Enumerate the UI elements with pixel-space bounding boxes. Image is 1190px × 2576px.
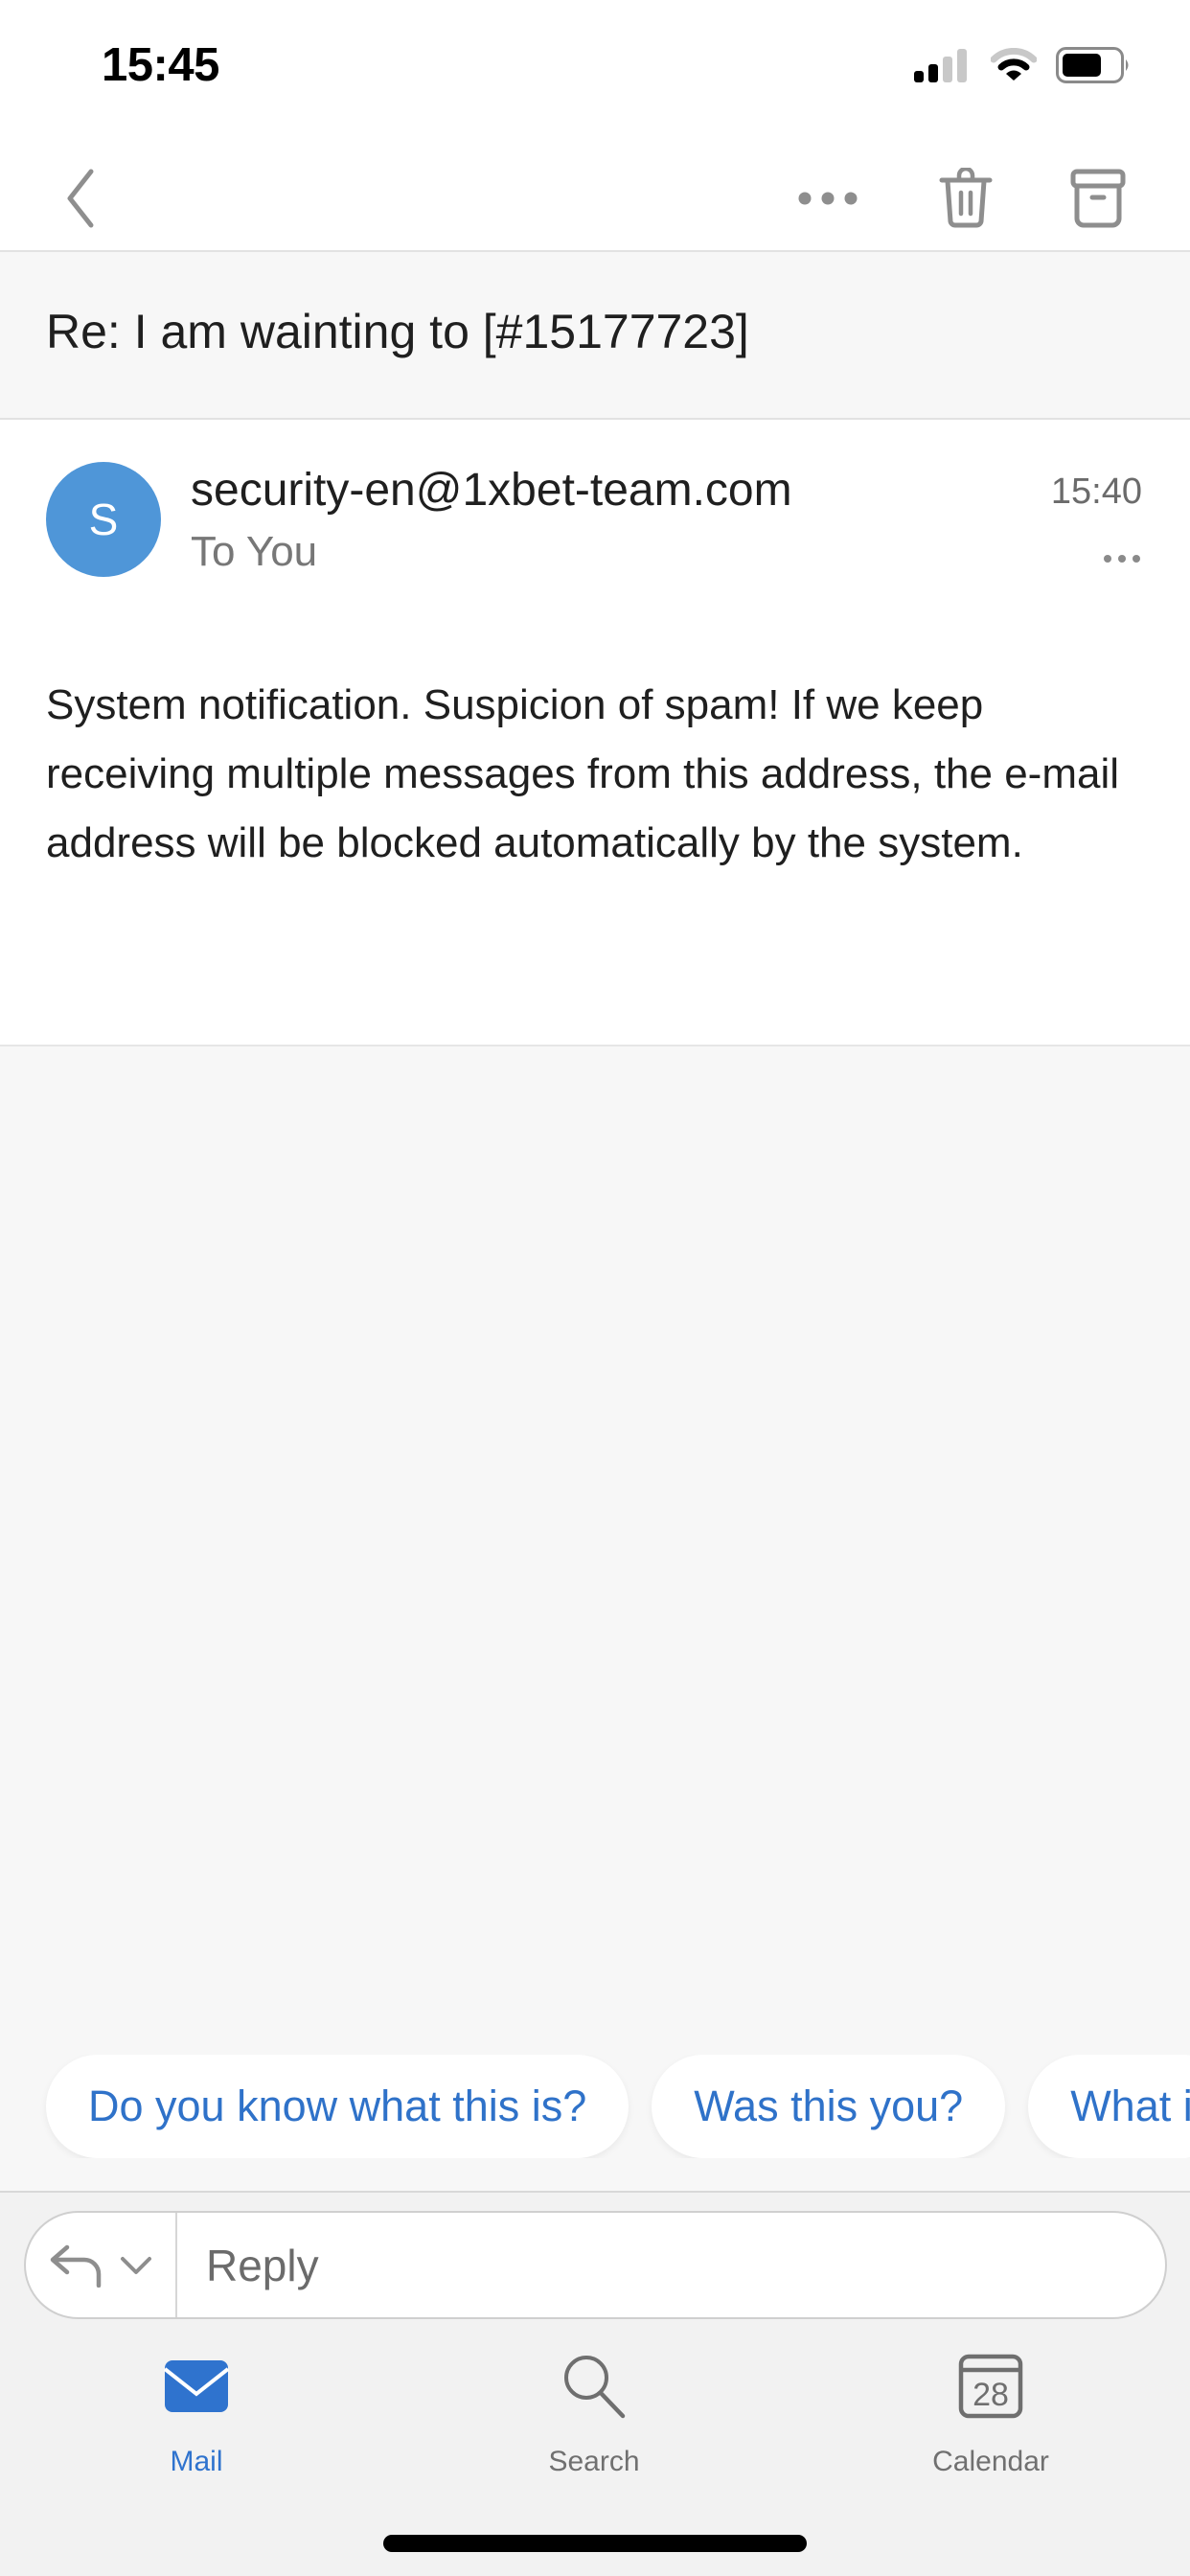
chevron-down-icon <box>121 2256 151 2274</box>
reply-bar <box>24 2211 1167 2319</box>
tab-search[interactable]: Search <box>479 2338 709 2478</box>
reply-input[interactable] <box>177 2212 1165 2318</box>
tab-label: Search <box>548 2446 640 2477</box>
signal-bar <box>928 64 938 82</box>
reply-arrow-icon <box>50 2244 102 2288</box>
message-card: S security-en@1xbet-team.com To You 15:4… <box>0 420 1190 1046</box>
tab-label: Mail <box>170 2446 223 2477</box>
cellular-signal-icon <box>914 49 967 82</box>
calendar-day: 28 <box>973 2377 1009 2413</box>
suggestion-chip[interactable]: Was this you? <box>652 2055 1006 2158</box>
back-button[interactable] <box>38 155 125 242</box>
archive-button[interactable] <box>1055 155 1141 242</box>
sender-avatar[interactable]: S <box>46 462 161 577</box>
signal-bar <box>914 71 924 82</box>
signal-bar <box>943 57 952 82</box>
avatar-initial: S <box>88 494 119 544</box>
message-body: System notification. Suspicion of spam! … <box>46 681 1120 866</box>
email-subject: Re: I am wainting to [#15177723] <box>46 305 749 358</box>
sender-address[interactable]: security-en@1xbet-team.com <box>191 464 792 517</box>
dot <box>1118 555 1126 563</box>
battery-fill <box>1063 54 1101 77</box>
tab-mail[interactable]: Mail <box>81 2338 311 2478</box>
ellipsis-icon <box>798 192 858 205</box>
suggested-replies-track[interactable]: Do you know what this is? Was this you? … <box>46 2055 1190 2158</box>
suggested-replies: Do you know what this is? Was this you? … <box>0 2055 1190 2158</box>
mail-icon <box>164 2338 229 2434</box>
message-time: 15:40 <box>1050 472 1142 512</box>
suggestion-chip[interactable]: Do you know what this is? <box>46 2055 629 2158</box>
archive-box-icon <box>1070 169 1126 228</box>
suggestion-chip[interactable]: What i <box>1028 2055 1190 2158</box>
wifi-icon <box>991 48 1037 80</box>
dot <box>1133 555 1140 563</box>
trash-icon <box>939 168 993 228</box>
status-bar: 15:45 <box>0 0 1190 144</box>
tab-calendar[interactable]: 28 Calendar <box>876 2338 1106 2478</box>
message-more-button[interactable] <box>1083 544 1140 573</box>
status-icons <box>914 46 1131 84</box>
search-icon <box>560 2338 629 2434</box>
signal-bar <box>957 49 967 82</box>
subject-header: Re: I am wainting to [#15177723] <box>0 252 1190 420</box>
nav-bar <box>0 144 1190 252</box>
chevron-left-icon <box>67 169 94 228</box>
home-indicator[interactable] <box>383 2535 807 2552</box>
delete-button[interactable] <box>923 155 1009 242</box>
reply-type-button[interactable] <box>26 2213 177 2317</box>
tab-label: Calendar <box>932 2446 1049 2477</box>
tab-bar: Mail Search 28 Calendar <box>0 2338 1190 2492</box>
more-options-button[interactable] <box>785 155 871 242</box>
recipient-line[interactable]: To You <box>191 528 317 576</box>
status-time: 15:45 <box>102 39 219 91</box>
dot <box>1104 555 1111 563</box>
battery-icon <box>1056 47 1129 83</box>
calendar-icon: 28 <box>958 2338 1023 2434</box>
